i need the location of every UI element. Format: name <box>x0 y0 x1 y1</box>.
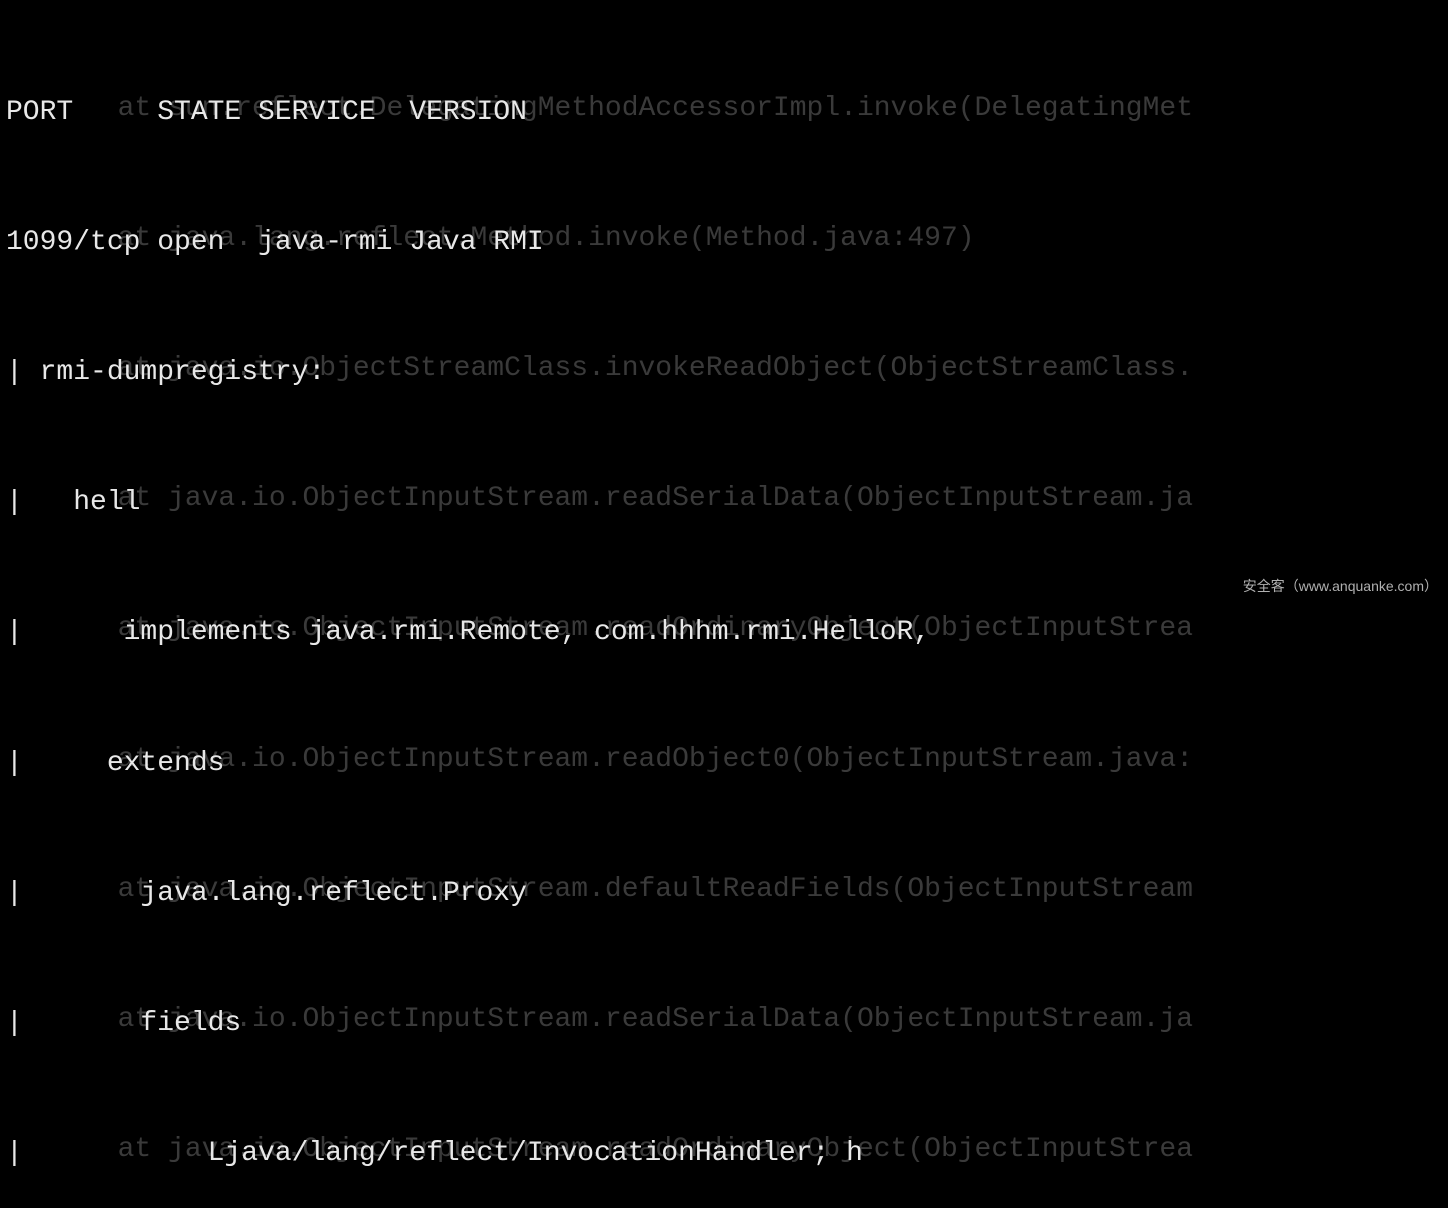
output-port-line: 1099/tcp open java-rmi Java RMI <box>6 221 1442 264</box>
output-line: | fields <box>6 1002 1442 1045</box>
terminal-window[interactable]: at sun.reflect.DelegatingMethodAccessorI… <box>0 0 1448 604</box>
output-line: | java.lang.reflect.Proxy <box>6 872 1442 915</box>
watermark-text: 安全客（www.anquanke.com） <box>1243 576 1438 598</box>
output-line: | Ljava/lang/reflect/InvocationHandler; … <box>6 1132 1442 1175</box>
output-header: PORT STATE SERVICE VERSION <box>6 91 1442 134</box>
output-line: | implements java.rmi.Remote, com.hhhm.r… <box>6 611 1442 654</box>
output-line: | hell <box>6 481 1442 524</box>
output-line: | extends <box>6 742 1442 785</box>
nmap-output: PORT STATE SERVICE VERSION 1099/tcp open… <box>0 0 1448 604</box>
output-line: | rmi-dumpregistry: <box>6 351 1442 394</box>
